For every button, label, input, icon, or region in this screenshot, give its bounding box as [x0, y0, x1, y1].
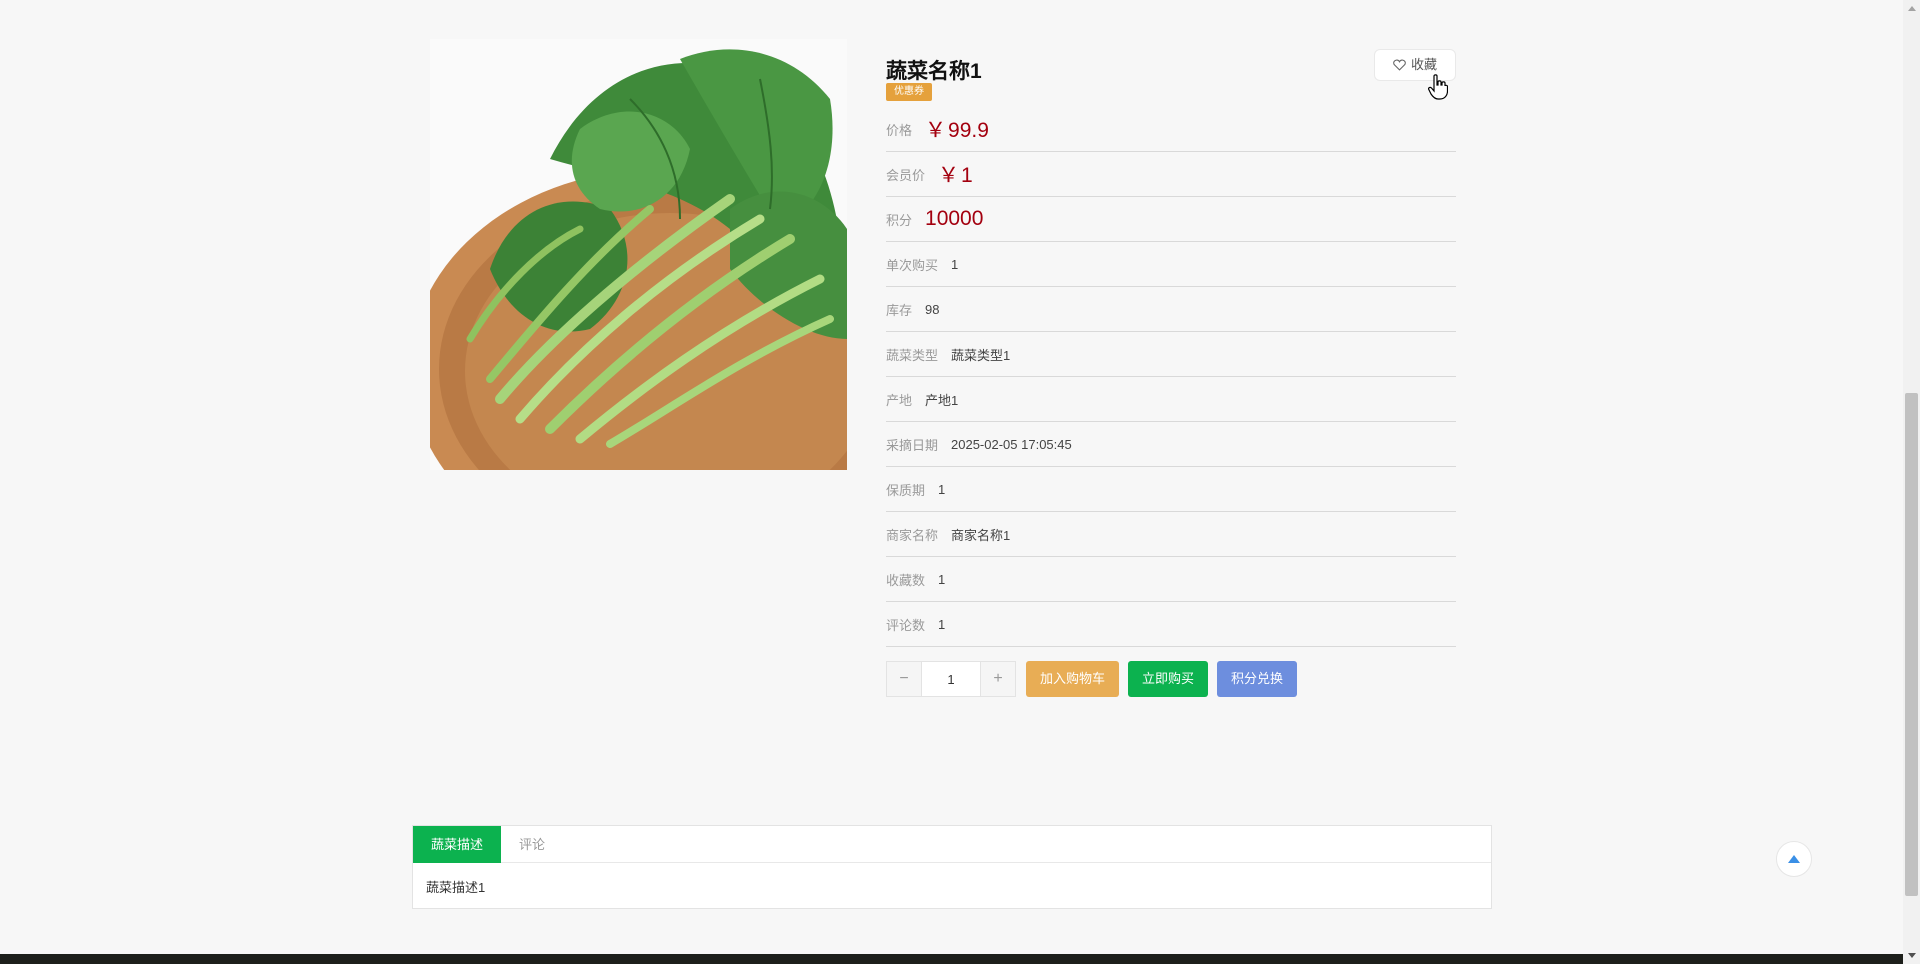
- detail-value: 2025-02-05 17:05:45: [951, 436, 1072, 452]
- detail-row-pick-date: 采摘日期 2025-02-05 17:05:45: [886, 422, 1456, 467]
- points-value: 10000: [925, 207, 984, 230]
- detail-label: 保质期: [886, 482, 926, 498]
- detail-value: 1: [938, 616, 946, 632]
- heart-icon: [1393, 59, 1406, 71]
- caret-down-icon: [1907, 953, 1916, 958]
- detail-row-price: 价格 ￥99.9: [886, 107, 1456, 152]
- decrease-button[interactable]: −: [887, 662, 921, 696]
- purchase-bar: − + 加入购物车 立即购买 积分兑换: [886, 661, 1298, 697]
- detail-value: 1: [938, 481, 946, 497]
- detail-label: 会员价: [886, 167, 926, 183]
- detail-value: 蔬菜类型1: [951, 347, 1011, 363]
- detail-label: 价格: [886, 122, 913, 138]
- product-image: [430, 39, 847, 470]
- detail-value: 商家名称1: [951, 527, 1011, 543]
- arrow-up-icon: [1788, 855, 1800, 863]
- quantity-input[interactable]: [921, 662, 981, 696]
- tab-bar: 蔬菜描述 评论: [413, 826, 1491, 863]
- detail-value: 产地1: [925, 392, 959, 408]
- scroll-up-arrow[interactable]: [1903, 0, 1920, 17]
- add-to-cart-button[interactable]: 加入购物车: [1026, 661, 1120, 697]
- detail-row-single-purchase: 单次购买 1: [886, 242, 1456, 287]
- scroll-down-arrow[interactable]: [1903, 947, 1920, 964]
- hand-cursor-icon: [1428, 74, 1448, 100]
- tab-content: 蔬菜描述1: [426, 880, 486, 895]
- detail-row-favorites: 收藏数 1: [886, 557, 1456, 602]
- scrollbar-thumb[interactable]: [1905, 393, 1918, 896]
- detail-row-shelf-life: 保质期 1: [886, 467, 1456, 512]
- increase-button[interactable]: +: [981, 662, 1015, 696]
- detail-value: 1: [938, 571, 946, 587]
- detail-value: 98: [925, 301, 940, 317]
- points-exchange-button[interactable]: 积分兑换: [1217, 661, 1298, 697]
- detail-label: 收藏数: [886, 572, 926, 588]
- member-price-value: ￥1: [938, 164, 973, 187]
- detail-label: 蔬菜类型: [886, 347, 939, 363]
- detail-row-comments: 评论数 1: [886, 602, 1456, 647]
- caret-up-icon: [1907, 6, 1916, 11]
- detail-label: 采摘日期: [886, 437, 939, 453]
- detail-label: 积分: [886, 212, 913, 228]
- detail-row-points: 积分 10000: [886, 197, 1456, 242]
- back-to-top-button[interactable]: [1776, 841, 1812, 877]
- product-tabs: 蔬菜描述 评论 蔬菜描述1: [412, 825, 1492, 909]
- detail-label: 单次购买: [886, 257, 939, 273]
- product-title: 蔬菜名称1: [886, 60, 982, 83]
- product-image-gallery[interactable]: [430, 39, 847, 470]
- detail-value: 1: [951, 256, 959, 272]
- detail-row-member-price: 会员价 ￥1: [886, 152, 1456, 197]
- tab-comments[interactable]: 评论: [501, 826, 563, 863]
- detail-label: 商家名称: [886, 527, 939, 543]
- detail-label: 库存: [886, 302, 913, 318]
- buy-now-button[interactable]: 立即购买: [1128, 661, 1209, 697]
- detail-label: 产地: [886, 392, 913, 408]
- detail-row-type: 蔬菜类型 蔬菜类型1: [886, 332, 1456, 377]
- detail-list: 价格 ￥99.9 会员价 ￥1 积分 10000 单次购买 1 库存 98 蔬菜…: [886, 107, 1456, 647]
- coupon-tag: 优惠券: [886, 83, 932, 101]
- footer-bar: [0, 954, 1903, 964]
- quantity-stepper: − +: [886, 661, 1016, 697]
- detail-label: 评论数: [886, 617, 926, 633]
- detail-row-merchant: 商家名称 商家名称1: [886, 512, 1456, 557]
- tab-description[interactable]: 蔬菜描述: [413, 826, 502, 863]
- price-value: ￥99.9: [925, 119, 989, 142]
- detail-row-stock: 库存 98: [886, 287, 1456, 332]
- detail-row-origin: 产地 产地1: [886, 377, 1456, 422]
